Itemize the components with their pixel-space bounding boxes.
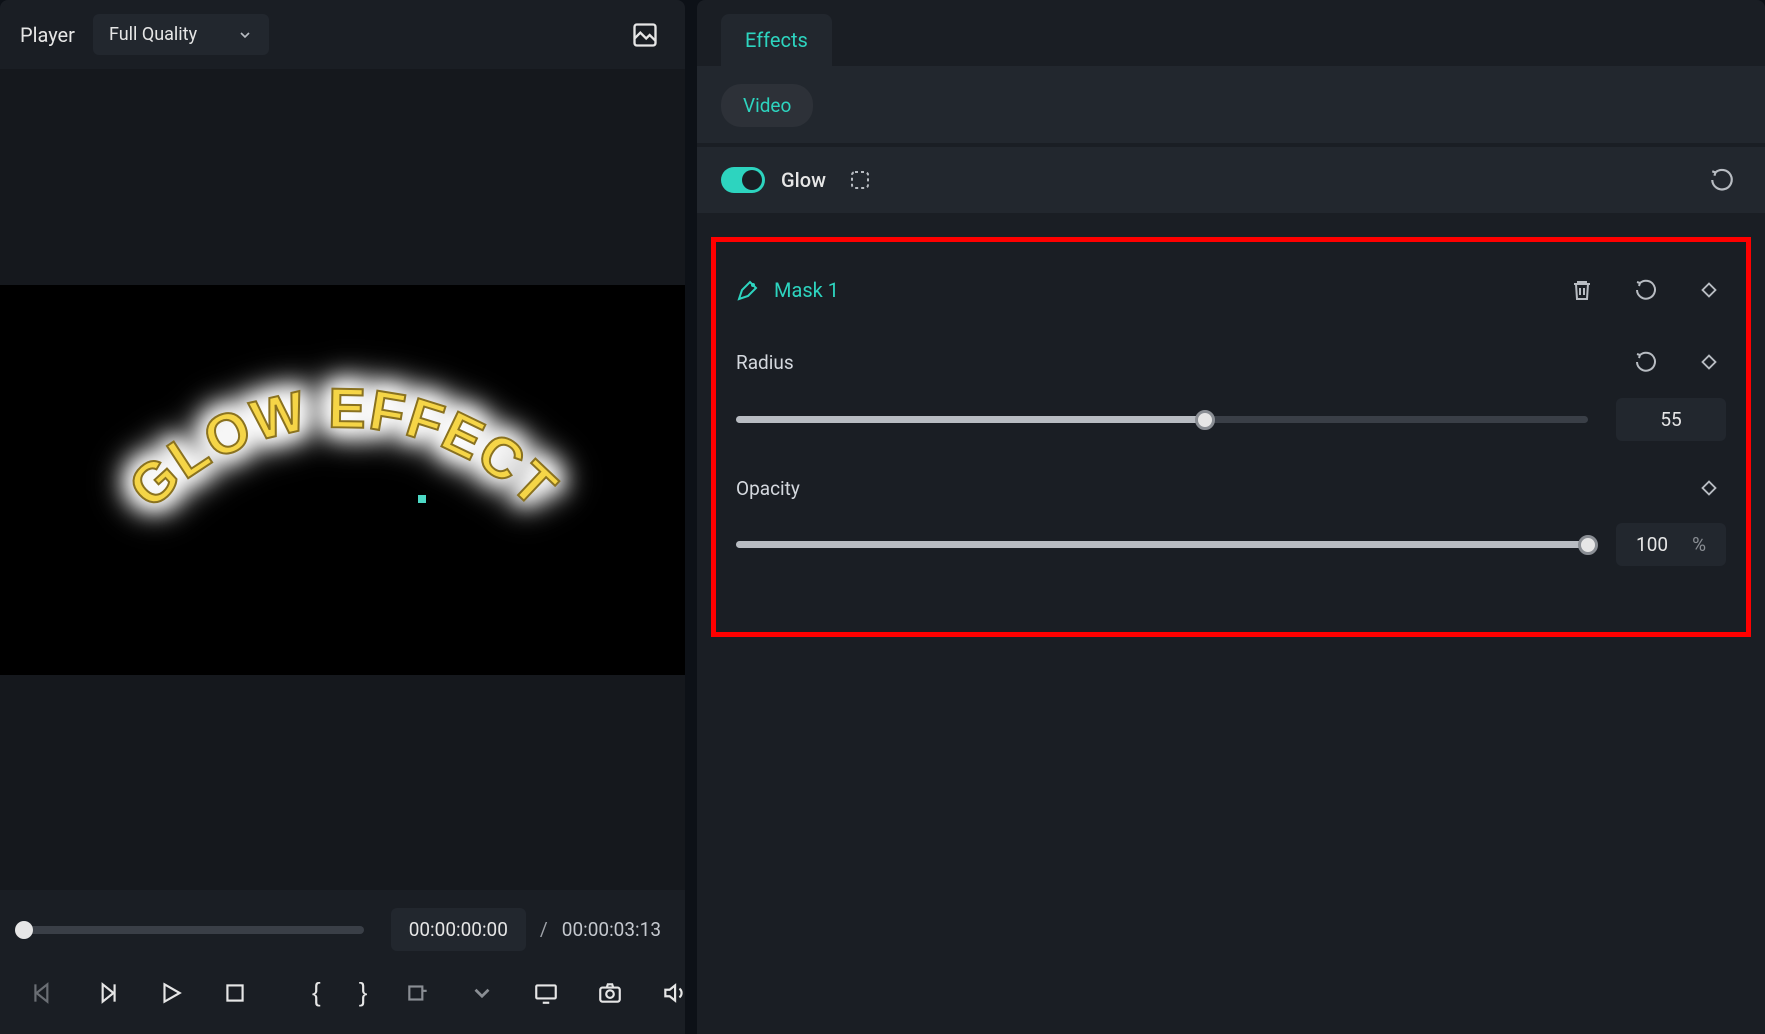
radius-value: 55 bbox=[1660, 408, 1681, 431]
stop-button[interactable] bbox=[216, 974, 254, 1012]
chevron-down-icon bbox=[469, 980, 495, 1006]
opacity-value-input[interactable]: 100 % bbox=[1616, 523, 1726, 566]
opacity-label: Opacity bbox=[736, 477, 800, 500]
opacity-slider-thumb[interactable] bbox=[1578, 535, 1598, 555]
player-header: Player Full Quality bbox=[0, 0, 685, 69]
effects-tabs: Effects bbox=[697, 0, 1765, 66]
player-title: Player bbox=[20, 23, 75, 47]
keyframe-icon bbox=[1698, 477, 1720, 499]
opacity-slider-fill bbox=[736, 541, 1588, 548]
time-display: 00:00:00:00 / 00:00:03:13 bbox=[391, 908, 661, 951]
time-total: 00:00:03:13 bbox=[562, 918, 661, 941]
play-button[interactable] bbox=[152, 974, 190, 1012]
effects-panel: Effects Video Glow Mask 1 bbox=[697, 0, 1765, 1034]
radius-slider-thumb[interactable] bbox=[1195, 410, 1215, 430]
glow-toggle[interactable] bbox=[721, 167, 765, 193]
quality-value: Full Quality bbox=[109, 24, 197, 45]
svg-text:GLOW EFFECT: GLOW EFFECT bbox=[116, 376, 569, 520]
timeline-thumb[interactable] bbox=[15, 921, 33, 939]
pen-icon bbox=[736, 278, 760, 302]
radius-value-input[interactable]: 55 bbox=[1616, 398, 1726, 441]
radius-reset-button[interactable] bbox=[1628, 344, 1664, 380]
effect-header: Glow bbox=[697, 147, 1765, 213]
step-back-icon bbox=[94, 980, 120, 1006]
mask-keyframe-button[interactable] bbox=[1692, 273, 1726, 307]
image-icon bbox=[631, 21, 659, 49]
chevron-down-icon bbox=[237, 27, 253, 43]
volume-button[interactable] bbox=[655, 974, 693, 1012]
mark-out-button[interactable]: } bbox=[353, 971, 374, 1014]
opacity-row: Opacity 100 % bbox=[736, 471, 1726, 566]
crop-button[interactable] bbox=[399, 974, 437, 1012]
effect-mask-icon-button[interactable] bbox=[842, 162, 878, 198]
reset-icon bbox=[1709, 167, 1735, 193]
brace-right-icon: } bbox=[359, 977, 368, 1008]
reset-icon bbox=[1634, 350, 1658, 374]
brace-left-icon: { bbox=[312, 977, 321, 1008]
effect-reset-button[interactable] bbox=[1703, 161, 1741, 199]
preview-canvas[interactable]: GLOW EFFECT bbox=[0, 285, 685, 675]
mask-title[interactable]: Mask 1 bbox=[774, 278, 839, 302]
keyframe-icon bbox=[1698, 279, 1720, 301]
timeline-scrubber[interactable] bbox=[24, 926, 364, 934]
opacity-unit: % bbox=[1692, 533, 1706, 556]
opacity-value: 100 bbox=[1636, 533, 1668, 556]
trash-icon bbox=[1570, 278, 1594, 302]
toggle-thumb bbox=[742, 170, 762, 190]
camera-icon bbox=[597, 980, 623, 1006]
quality-select[interactable]: Full Quality bbox=[93, 14, 269, 55]
center-marker[interactable] bbox=[418, 495, 426, 503]
stop-icon bbox=[222, 980, 248, 1006]
mask-reset-button[interactable] bbox=[1628, 272, 1664, 308]
radius-keyframe-button[interactable] bbox=[1692, 345, 1726, 379]
mask-panel: Mask 1 Radius 5 bbox=[711, 237, 1751, 637]
crop-icon bbox=[405, 980, 431, 1006]
opacity-slider[interactable] bbox=[736, 541, 1588, 548]
sub-tab-video[interactable]: Video bbox=[721, 84, 813, 127]
opacity-keyframe-button[interactable] bbox=[1692, 471, 1726, 505]
snapshot-button[interactable] bbox=[591, 974, 629, 1012]
selection-icon bbox=[848, 168, 872, 192]
preview-text: GLOW EFFECT bbox=[123, 330, 563, 550]
time-current[interactable]: 00:00:00:00 bbox=[391, 908, 526, 951]
crop-dropdown[interactable] bbox=[463, 974, 501, 1012]
player-panel: Player Full Quality GLOW EFFECT bbox=[0, 0, 685, 1034]
timeline-bar: 00:00:00:00 / 00:00:03:13 bbox=[0, 890, 685, 961]
display-button[interactable] bbox=[527, 974, 565, 1012]
keyframe-icon bbox=[1698, 351, 1720, 373]
mask-header: Mask 1 bbox=[736, 272, 1726, 308]
effect-name: Glow bbox=[781, 168, 826, 192]
image-icon-button[interactable] bbox=[625, 15, 665, 55]
tab-effects[interactable]: Effects bbox=[721, 14, 832, 66]
sub-tabs: Video bbox=[697, 66, 1765, 143]
display-icon bbox=[533, 980, 559, 1006]
play-icon bbox=[158, 980, 184, 1006]
controls-bar: { } bbox=[0, 961, 685, 1034]
radius-row: Radius 55 bbox=[736, 344, 1726, 441]
mark-in-button[interactable]: { bbox=[306, 971, 327, 1014]
reset-icon bbox=[1634, 278, 1658, 302]
radius-slider-fill bbox=[736, 416, 1205, 423]
radius-slider[interactable] bbox=[736, 416, 1588, 423]
volume-icon bbox=[661, 980, 687, 1006]
prev-frame-button[interactable] bbox=[24, 974, 62, 1012]
time-separator: / bbox=[540, 918, 548, 941]
radius-label: Radius bbox=[736, 351, 794, 374]
prev-frame-icon bbox=[30, 980, 56, 1006]
step-back-button[interactable] bbox=[88, 974, 126, 1012]
mask-delete-button[interactable] bbox=[1564, 272, 1600, 308]
preview-area: GLOW EFFECT bbox=[0, 69, 685, 890]
